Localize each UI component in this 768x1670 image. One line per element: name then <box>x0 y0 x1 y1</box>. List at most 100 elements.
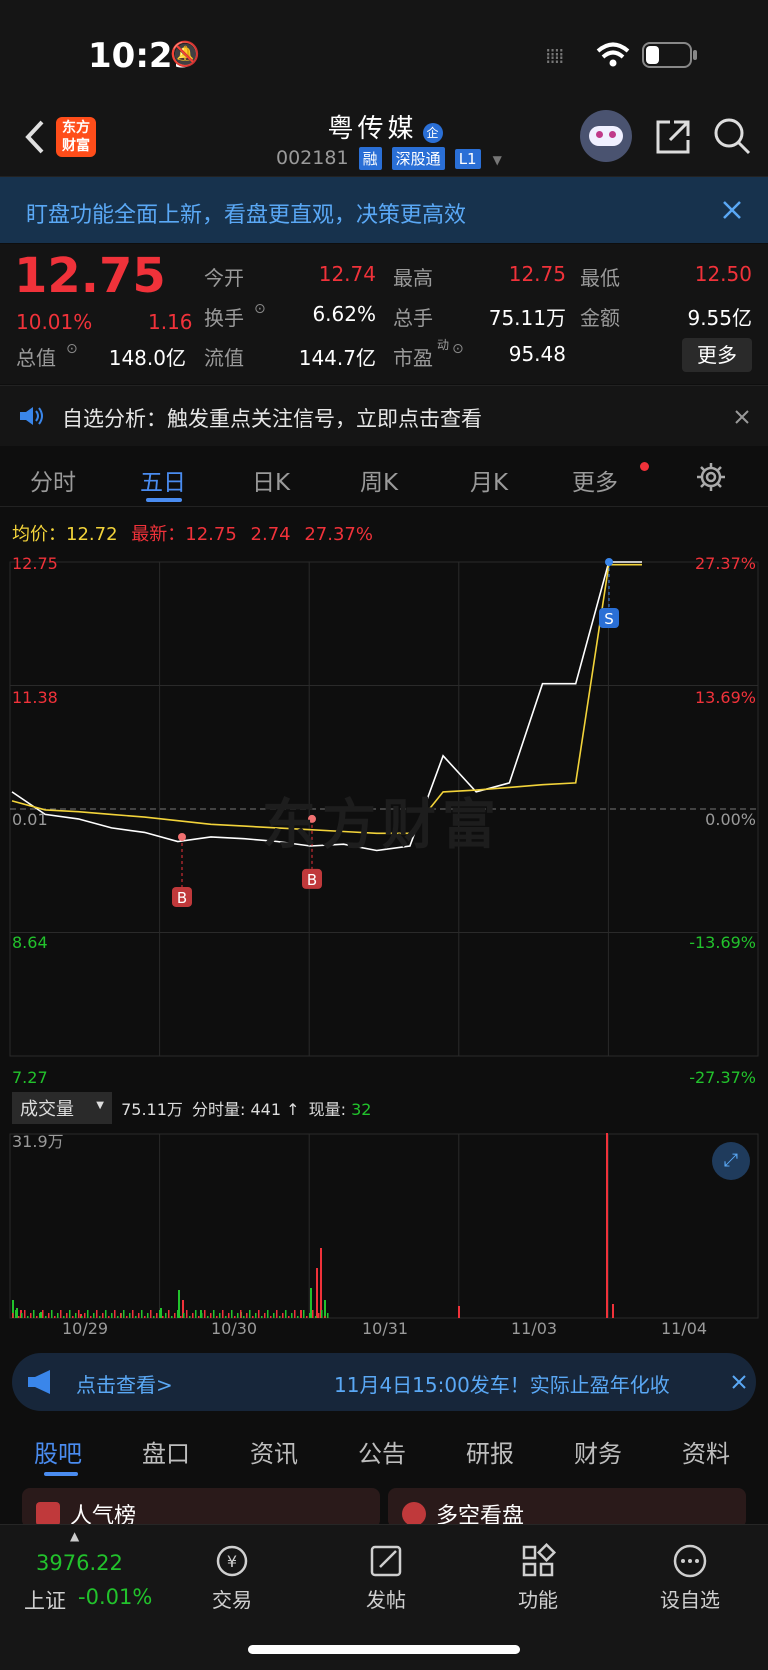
volume-bar <box>213 1310 215 1318</box>
settings-icon[interactable] <box>696 462 726 492</box>
volume-bar <box>42 1310 44 1318</box>
info-icon[interactable]: ⊙ <box>254 301 266 317</box>
stock-title[interactable]: 粤传媒 企 <box>250 108 520 145</box>
index-value[interactable]: 3976.22 <box>36 1551 123 1575</box>
notice-text: 自选分析：触发重点关注信号，立即点击查看 <box>62 407 482 431</box>
volume-bar <box>57 1313 59 1318</box>
amount-value: 9.55亿 <box>687 306 752 330</box>
volume-bar <box>219 1313 221 1318</box>
promo-ticker[interactable]: 点击查看> 11月4日15:00发车！实际止盈年化收 <box>12 1353 756 1411</box>
volume-bar <box>153 1316 155 1318</box>
volume-bar <box>24 1310 26 1318</box>
index-name[interactable]: 上证 <box>24 1585 66 1615</box>
pe-label: 市盈 <box>393 346 433 370</box>
feature-banner[interactable]: 盯盘功能全面上新，看盘更直观，决策更高效 <box>0 177 768 243</box>
nav-trade[interactable]: ¥ 交易 <box>172 1543 292 1613</box>
volume-bar <box>192 1313 194 1318</box>
volume-bar <box>150 1310 152 1318</box>
tag-sz-connect: 深股通 <box>391 147 445 170</box>
bull-bear-card[interactable]: 多空看盘 <box>388 1488 746 1529</box>
speaker-icon <box>20 407 43 425</box>
low-label: 最低 <box>580 266 620 290</box>
tab-orderbook[interactable]: 盘口 <box>142 1434 190 1469</box>
analysis-notice[interactable]: 自选分析：触发重点关注信号，立即点击查看 <box>0 385 768 447</box>
tab-monthly-k[interactable]: 月K <box>470 463 508 497</box>
tab-daily-k[interactable]: 日K <box>252 463 290 497</box>
search-icon[interactable] <box>712 116 752 156</box>
tab-research[interactable]: 研报 <box>466 1434 514 1469</box>
volume-bar <box>261 1316 263 1318</box>
volume-bar <box>15 1310 17 1318</box>
tab-five-day[interactable]: 五日 <box>140 463 186 497</box>
volume-bar <box>93 1313 95 1318</box>
volume-bar <box>316 1268 318 1318</box>
robot-avatar-icon[interactable] <box>580 110 632 162</box>
volume-bar <box>87 1310 89 1318</box>
info-icon[interactable]: ⊙ <box>66 341 78 357</box>
index-change[interactable]: -0.01% <box>78 1585 152 1609</box>
nav-functions[interactable]: 功能 <box>478 1542 598 1613</box>
popularity-card[interactable]: 人气榜 <box>22 1488 380 1529</box>
back-icon[interactable] <box>22 118 48 156</box>
close-icon[interactable] <box>734 409 750 425</box>
stock-code-row[interactable]: 002181 融 深股通 L1 ▼ <box>276 147 502 170</box>
logo-text-2: 财富 <box>62 138 90 154</box>
marker-label: B <box>307 871 317 889</box>
volume-bar <box>294 1310 296 1318</box>
tab-more[interactable]: 更多 <box>572 463 618 497</box>
tab-profile[interactable]: 资料 <box>682 1434 730 1469</box>
avg-label: 均价： <box>12 524 66 545</box>
x-tick: 10/29 <box>62 1319 109 1338</box>
app-logo[interactable]: 东方 财富 <box>56 117 96 157</box>
volume-bar <box>180 1316 182 1318</box>
chevron-down-icon: ▼ <box>96 1100 104 1111</box>
volume-bar <box>177 1310 179 1318</box>
ticker-left-link[interactable]: 点击查看> <box>76 1369 173 1398</box>
chevron-down-icon[interactable]: ▼ <box>493 153 502 167</box>
volume-selector[interactable]: 成交量 ▼ <box>12 1092 112 1124</box>
active-tab-indicator <box>146 498 182 502</box>
chart-area[interactable]: 均价：12.72 最新：12.75 2.74 27.37% BBS 12.75 … <box>0 510 768 1340</box>
expand-icon[interactable]: ⤢ <box>712 1142 750 1180</box>
float-cap-label: 流值 <box>204 346 244 370</box>
volume-bar <box>102 1313 104 1318</box>
volume-bar <box>27 1316 29 1318</box>
info-tabs: 股吧 盘口 资讯 公告 研报 财务 资料 <box>0 1420 768 1490</box>
megaphone-icon <box>28 1370 50 1394</box>
close-icon[interactable] <box>722 200 742 220</box>
volume-bar <box>222 1310 224 1318</box>
volume-bar <box>612 1304 614 1318</box>
volume-bar <box>300 1313 302 1318</box>
volume-bar <box>120 1313 122 1318</box>
volume-bar <box>327 1313 329 1318</box>
volume-bar <box>324 1300 326 1318</box>
tab-news[interactable]: 资讯 <box>250 1434 298 1469</box>
chart-tabs: 分时 五日 日K 周K 月K 更多 <box>0 446 768 507</box>
volume-chart[interactable] <box>0 1124 768 1334</box>
info-icon[interactable]: ⊙ <box>452 341 464 357</box>
volume-bar <box>324 1316 326 1318</box>
current-volume-label: 现量: <box>308 1100 347 1119</box>
more-button[interactable]: 更多 <box>682 338 752 372</box>
close-icon[interactable] <box>732 1375 746 1389</box>
wifi-icon <box>596 42 630 67</box>
volume-bar <box>108 1316 110 1318</box>
nav-post[interactable]: 发帖 <box>326 1543 446 1613</box>
volume-bar <box>264 1313 266 1318</box>
tab-financials[interactable]: 财务 <box>574 1434 622 1469</box>
stock-name: 粤传媒 <box>327 114 418 144</box>
tab-forum[interactable]: 股吧 <box>34 1434 82 1469</box>
grid-icon <box>522 1542 557 1577</box>
tab-announcements[interactable]: 公告 <box>358 1434 406 1469</box>
volume-detail: 分时量: 441 <box>192 1100 282 1119</box>
volume-bar <box>321 1310 323 1318</box>
tab-weekly-k[interactable]: 周K <box>360 463 398 497</box>
share-icon[interactable] <box>654 118 692 156</box>
tab-intraday[interactable]: 分时 <box>30 463 76 497</box>
volume-bar <box>117 1316 119 1318</box>
volume-bar <box>231 1310 233 1318</box>
volume-bar <box>174 1313 176 1318</box>
banner-text: 盯盘功能全面上新，看盘更直观，决策更高效 <box>26 203 467 228</box>
nav-add-watchlist-label: 设自选 <box>660 1588 720 1612</box>
nav-add-watchlist[interactable]: 设自选 <box>630 1543 750 1613</box>
